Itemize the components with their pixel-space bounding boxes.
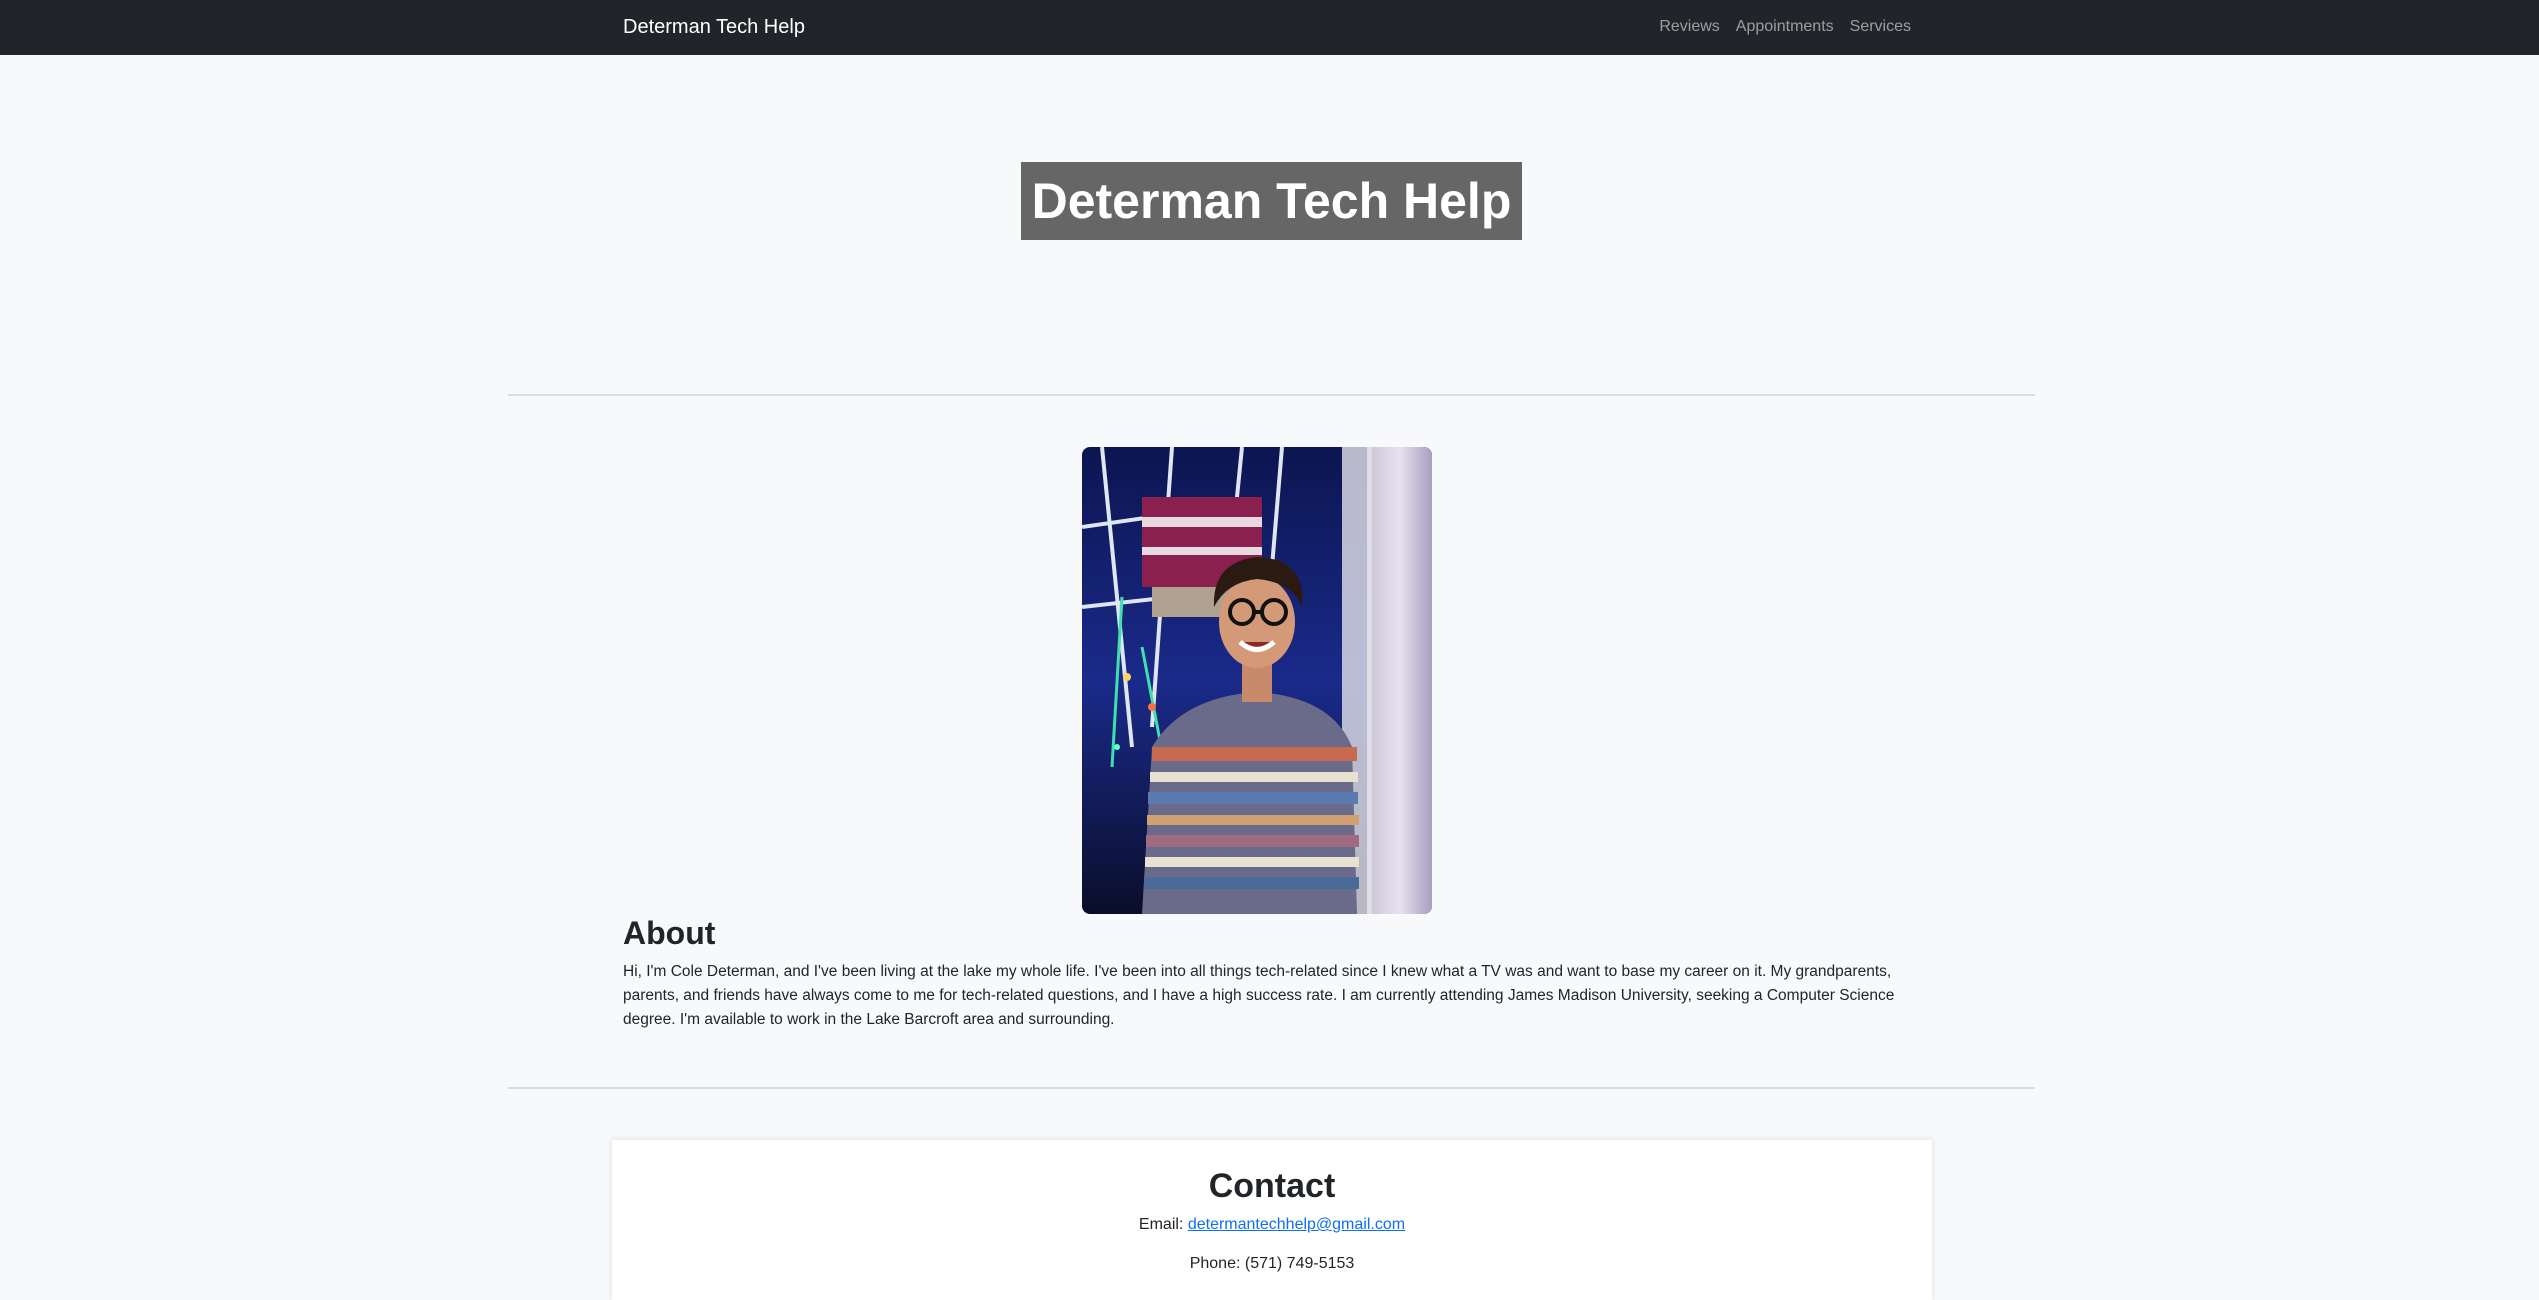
profile-photo [1082, 447, 1432, 914]
phone-line: Phone: (571) 749-5153 [612, 1253, 1932, 1275]
nav-link-reviews[interactable]: Reviews [1659, 16, 1719, 38]
contact-card: Contact Email: determantechhelp@gmail.co… [612, 1140, 1932, 1300]
hero-title: Determan Tech Help [1021, 162, 1522, 240]
navbar: Determan Tech Help Reviews Appointments … [0, 0, 2539, 55]
phone-label: Phone: [1189, 1255, 1241, 1272]
about-text: Hi, I'm Cole Determan, and I've been liv… [623, 963, 1895, 1028]
contact-heading: Contact [1208, 1167, 1336, 1205]
email-label: Email: [1138, 1216, 1184, 1233]
nav-link-appointments[interactable]: Appointments [1736, 16, 1834, 38]
nav-links: Reviews Appointments Services [1659, 16, 1911, 38]
email-line: Email: determantechhelp@gmail.com [612, 1214, 1932, 1236]
section-divider [508, 394, 2035, 396]
email-link[interactable]: determantechhelp@gmail.com [1188, 1216, 1405, 1233]
nav-link-services[interactable]: Services [1850, 16, 1911, 38]
brand-link[interactable]: Determan Tech Help [623, 14, 805, 40]
section-divider [508, 1087, 2035, 1089]
about-heading: About [623, 915, 716, 951]
phone-number: (571) 749-5153 [1244, 1255, 1355, 1272]
